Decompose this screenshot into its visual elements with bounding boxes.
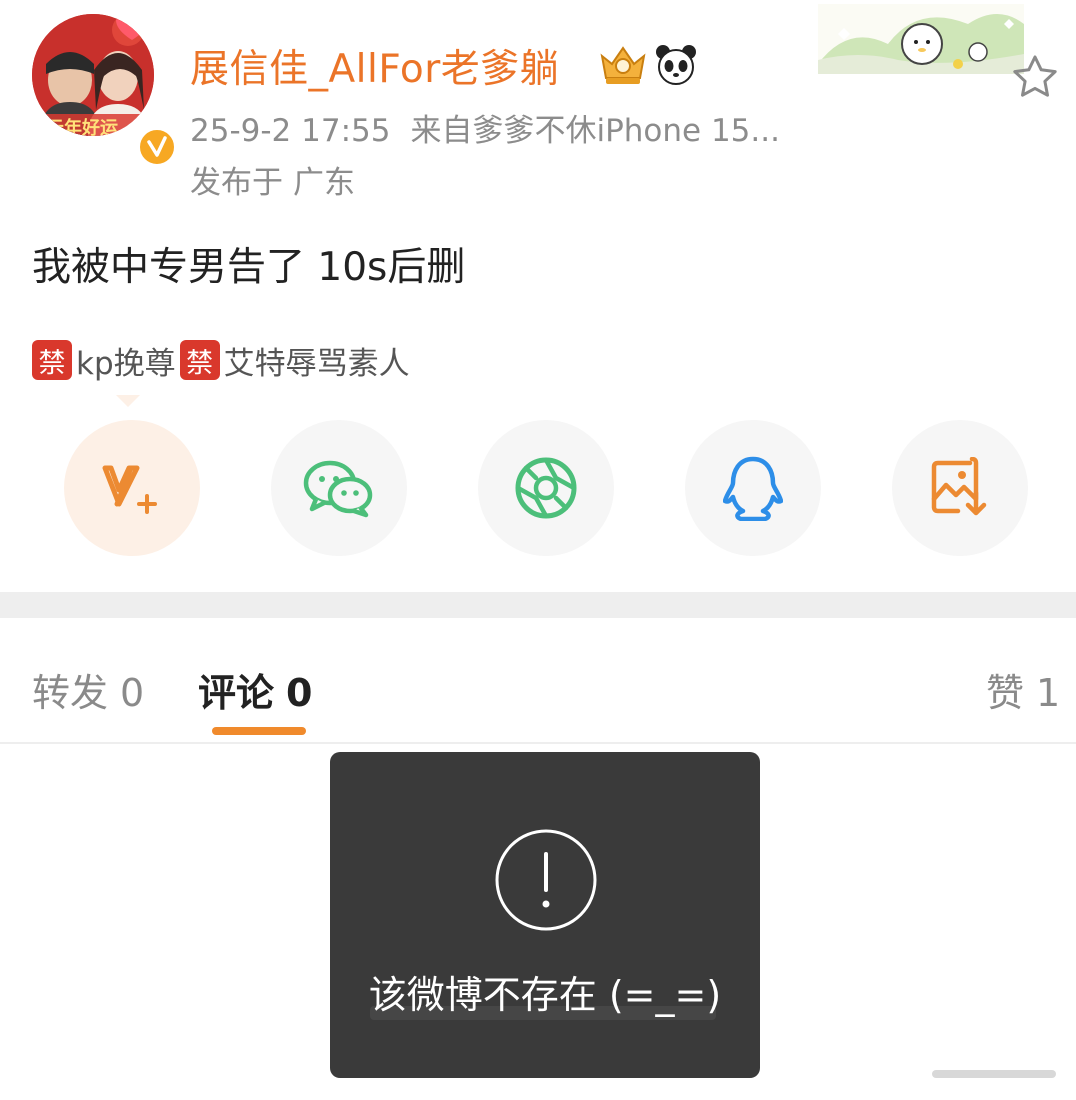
location-name: 广东 [293,165,355,201]
tab-label: 评论 [198,671,275,715]
post-body: 我被中专男告了 10s后删 [32,245,466,290]
tab-indicator [212,727,306,735]
tag-label[interactable]: kp挽尊 [76,338,176,383]
author-name[interactable]: 展信佳_AllFor老爹躺 [190,38,559,94]
share-qq-button[interactable] [685,420,821,556]
avatar-caption: 元年好运 [46,118,118,136]
tab-repost[interactable]: 转发 0 [32,662,144,717]
source-prefix: 来自 [410,113,473,149]
tab-like[interactable]: 赞1 [986,662,1060,717]
exclamation-icon [494,828,598,932]
share-save-image-button[interactable] [892,420,1028,556]
tab-comment[interactable]: 评论 0 [198,662,312,717]
post-location: 发布于 广东 [190,157,355,202]
verified-badge-icon [136,126,178,168]
ban-tag-icon: 禁 [32,340,72,380]
post-source[interactable]: 爹爹不休iPhone 15... [472,113,780,149]
vplus-icon [102,465,157,514]
moments-icon [515,457,577,519]
share-wechat-button[interactable] [271,420,407,556]
toast-message: 该微博不存在 (=_=) [368,973,722,1017]
tag-label[interactable]: 艾特辱骂素人 [224,338,410,383]
post-date: 25-9-2 17:55 [190,113,391,149]
share-vplus-button[interactable] [64,420,200,556]
tab-divider [0,742,1076,744]
avatar-photo: 元年好运 [32,14,154,136]
tab-count: 0 [120,671,145,715]
location-prefix: 发布于 [190,165,283,201]
wechat-icon [303,460,373,518]
avatar[interactable]: 元年好运 [32,14,178,168]
save-image-icon [931,457,987,516]
watermark [932,1062,1056,1086]
post-meta: 25-9-2 17:55 来自爹爹不休iPhone 15... [190,105,780,150]
crown-badge-icon [598,42,648,86]
section-divider [0,592,1076,618]
share-moments-button[interactable] [478,420,614,556]
tab-label: 转发 [32,671,109,715]
tooltip-pointer [116,392,140,407]
qq-icon [723,456,783,521]
error-toast: 该微博不存在 (=_=) [330,752,760,1078]
tab-count: 1 [1036,671,1061,715]
panda-badge-icon [654,42,698,86]
favorite-star-icon[interactable] [1012,54,1058,98]
tab-label: 赞 [986,671,1025,715]
ban-tag-icon: 禁 [179,340,220,380]
post-tags: 禁 kp挽尊 禁 艾特辱骂素人 [32,338,414,382]
header-decoration [818,4,1024,74]
tab-count: 0 [286,671,313,715]
